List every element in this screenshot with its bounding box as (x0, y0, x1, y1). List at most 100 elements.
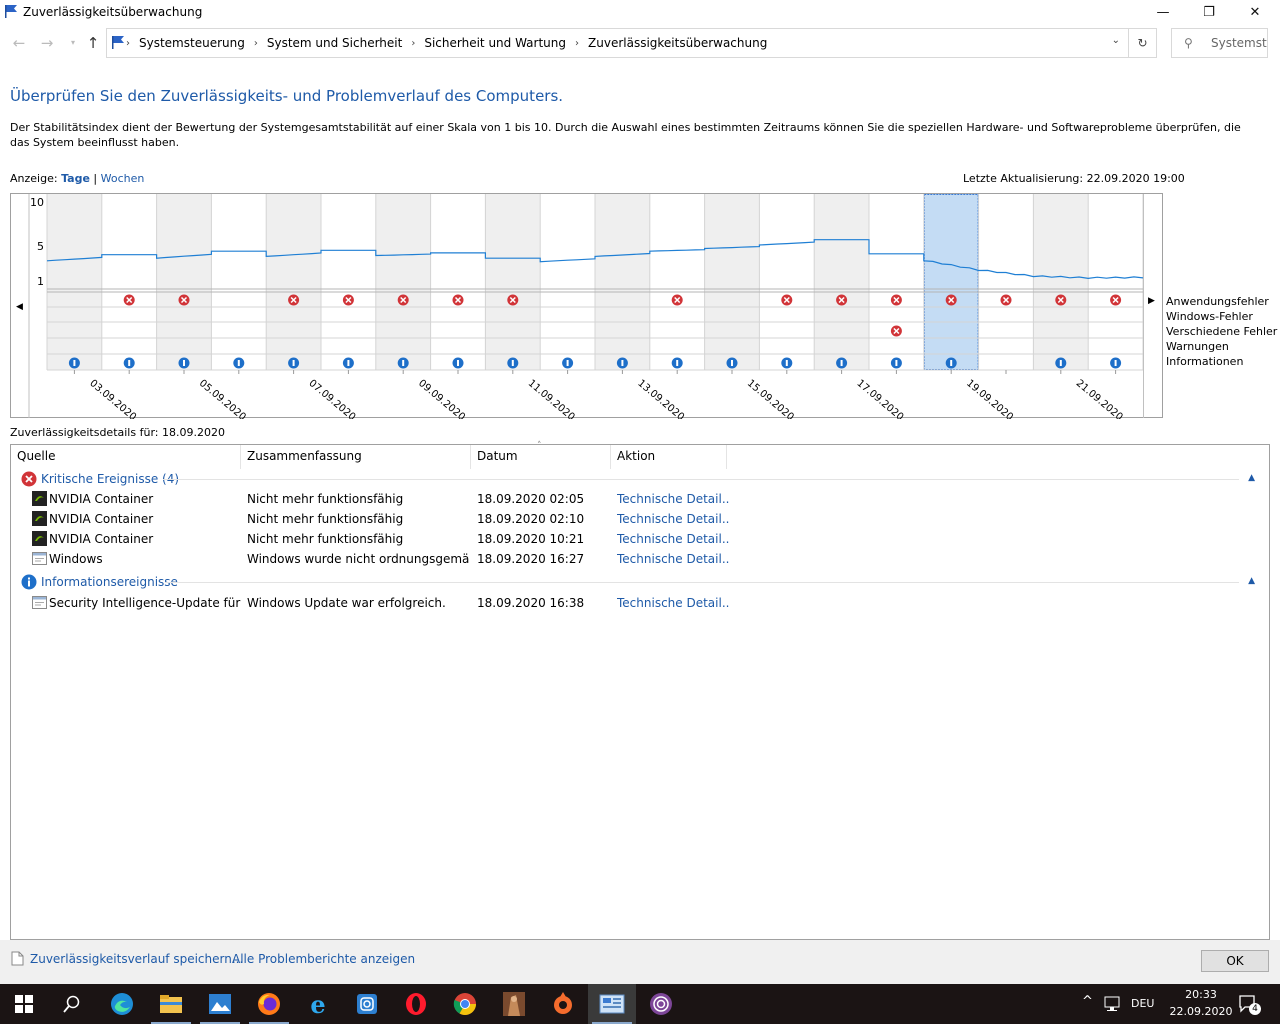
instagram-icon[interactable] (343, 984, 391, 1024)
x-tick-label: 21.09.2020 (1074, 378, 1125, 419)
legend-warnings: Warnungen (1166, 340, 1229, 353)
view-weeks-link[interactable]: Wochen (101, 172, 145, 185)
critical-event-icon (1000, 294, 1012, 306)
group-critical-events[interactable]: Kritische Ereignisse (4) (21, 469, 179, 489)
show-hidden-icons-chevron-icon[interactable]: ^ (1082, 994, 1093, 1009)
view-days-link[interactable]: Tage (61, 172, 90, 185)
technical-details-link[interactable]: Technische Detail... (617, 596, 729, 610)
x-tick-label: 05.09.2020 (197, 378, 248, 419)
technical-details-link[interactable]: Technische Detail... (617, 532, 729, 546)
refresh-icon[interactable]: ↻ (1128, 29, 1156, 57)
file-explorer-icon[interactable] (147, 984, 195, 1024)
firefox-icon[interactable] (245, 984, 293, 1024)
breadcrumb-item[interactable]: Zuverlässigkeitsüberwachung (588, 36, 767, 50)
chart-scroll-right-icon[interactable]: ▶ (1148, 296, 1155, 306)
critical-event-icon (507, 294, 519, 306)
table-row[interactable]: Security Intelligence-Update für M... Wi… (11, 593, 1269, 613)
critical-event-icon (781, 294, 793, 306)
information-event-icon (890, 357, 902, 369)
row-date: 18.09.2020 02:10 (477, 512, 585, 526)
reliability-chart-svg[interactable]: 10 5 1 ◀ 03.09.2020 05.09.2020 07.09.2020 09.09… (11, 194, 1164, 419)
tor-icon[interactable] (637, 984, 685, 1024)
recent-locations-chevron-icon[interactable]: ▾ (64, 34, 82, 52)
technical-details-link[interactable]: Technische Detail... (617, 552, 729, 566)
y-tick-label: 1 (37, 275, 44, 288)
nvidia-icon (32, 531, 47, 546)
ok-button[interactable]: OK (1201, 950, 1269, 972)
information-event-mark (402, 360, 405, 366)
information-event-mark (895, 360, 898, 366)
x-tick-label: 15.09.2020 (745, 378, 796, 419)
row-summary: Nicht mehr funktionsfähig (247, 512, 404, 526)
information-event-mark (1114, 360, 1117, 366)
collapse-chevron-icon[interactable]: ▲ (1248, 473, 1255, 483)
critical-event-icon (1055, 294, 1067, 306)
technical-details-link[interactable]: Technische Detail... (617, 512, 729, 526)
column-summary[interactable]: Zusammenfassung (241, 445, 471, 469)
control-panel-icon[interactable] (588, 984, 636, 1024)
minimize-button[interactable]: — (1140, 0, 1186, 24)
table-row[interactable]: NVIDIA Container Nicht mehr funktionsfäh… (11, 489, 1269, 509)
information-event-mark (621, 360, 624, 366)
row-summary: Nicht mehr funktionsfähig (247, 532, 404, 546)
row-date: 18.09.2020 16:38 (477, 596, 585, 610)
address-dropdown-icon[interactable]: ⌄ (1112, 35, 1120, 46)
chrome-icon[interactable] (441, 984, 489, 1024)
forward-arrow-icon[interactable]: → (38, 34, 56, 52)
origin-icon[interactable] (539, 984, 587, 1024)
opera-icon[interactable] (392, 984, 440, 1024)
group-information-events[interactable]: Informationsereignisse (21, 572, 178, 592)
critical-event-icon (671, 294, 683, 306)
day-column (869, 194, 924, 370)
information-event-icon (288, 357, 300, 369)
row-source: NVIDIA Container (49, 512, 154, 526)
collapse-chevron-icon[interactable]: ▲ (1248, 576, 1255, 586)
clock-date[interactable]: 22.09.2020 (1166, 1005, 1236, 1018)
critical-icon (21, 471, 37, 487)
windows-start-icon[interactable] (0, 984, 48, 1024)
save-history-link[interactable]: Zuverlässigkeitsverlauf speichern... (30, 952, 243, 966)
row-date: 18.09.2020 16:27 (477, 552, 585, 566)
column-source[interactable]: Quelle (11, 445, 241, 469)
table-row[interactable]: Windows Windows wurde nicht ordnungsgemä… (11, 549, 1269, 569)
network-icon[interactable] (1104, 996, 1122, 1012)
information-event-mark (731, 360, 733, 366)
internet-explorer-icon[interactable]: e (294, 984, 342, 1024)
up-arrow-icon[interactable]: ↑ (84, 34, 102, 52)
taskbar: e ^ DEU 20:33 22.09.2020 4 (0, 984, 1280, 1024)
show-all-reports-link[interactable]: Alle Problemberichte anzeigen (232, 952, 415, 966)
input-language[interactable]: DEU (1131, 997, 1154, 1010)
last-update-label: Letzte Aktualisierung: 22.09.2020 19:00 (963, 172, 1185, 185)
maximize-button[interactable]: ❐ (1186, 0, 1232, 24)
search-input[interactable]: ⚲ Systemst... (1171, 28, 1268, 58)
column-action[interactable]: Aktion (611, 445, 727, 469)
photos-icon[interactable] (196, 984, 244, 1024)
information-event-mark (950, 360, 953, 366)
page-description: Der Stabilitätsindex dient der Bewertung… (10, 121, 1241, 149)
legend-app-failures: Anwendungsfehler (1166, 295, 1269, 308)
edge-icon[interactable] (98, 984, 146, 1024)
y-tick-label: 10 (30, 196, 44, 209)
close-button[interactable]: ✕ (1232, 0, 1278, 24)
reliability-chart[interactable]: 10 5 1 ◀ 03.09.2020 05.09.2020 07.09.2020 09.09… (10, 193, 1164, 419)
technical-details-link[interactable]: Technische Detail... (617, 492, 729, 506)
clock-time[interactable]: 20:33 (1180, 988, 1222, 1001)
table-row[interactable]: NVIDIA Container Nicht mehr funktionsfäh… (11, 529, 1269, 549)
day-column (375, 194, 431, 370)
information-event-mark (73, 360, 76, 366)
day-column (814, 194, 869, 370)
critical-event-icon (1110, 294, 1122, 306)
info-icon (21, 574, 37, 590)
row-summary: Windows Update war erfolgreich. (247, 596, 446, 610)
breadcrumb-item[interactable]: Systemsteuerung (139, 36, 245, 50)
search-icon[interactable] (48, 984, 96, 1024)
game-icon[interactable] (490, 984, 538, 1024)
day-column (266, 194, 321, 370)
back-arrow-icon[interactable]: ← (10, 34, 28, 52)
information-event-icon (123, 357, 135, 369)
group-title: Kritische Ereignisse (4) (41, 472, 180, 486)
breadcrumb-item[interactable]: Sicherheit und Wartung (424, 36, 566, 50)
breadcrumb-item[interactable]: System und Sicherheit (267, 36, 403, 50)
breadcrumb: › Systemsteuerung › System und Sicherhei… (112, 36, 767, 50)
table-row[interactable]: NVIDIA Container Nicht mehr funktionsfäh… (11, 509, 1269, 529)
